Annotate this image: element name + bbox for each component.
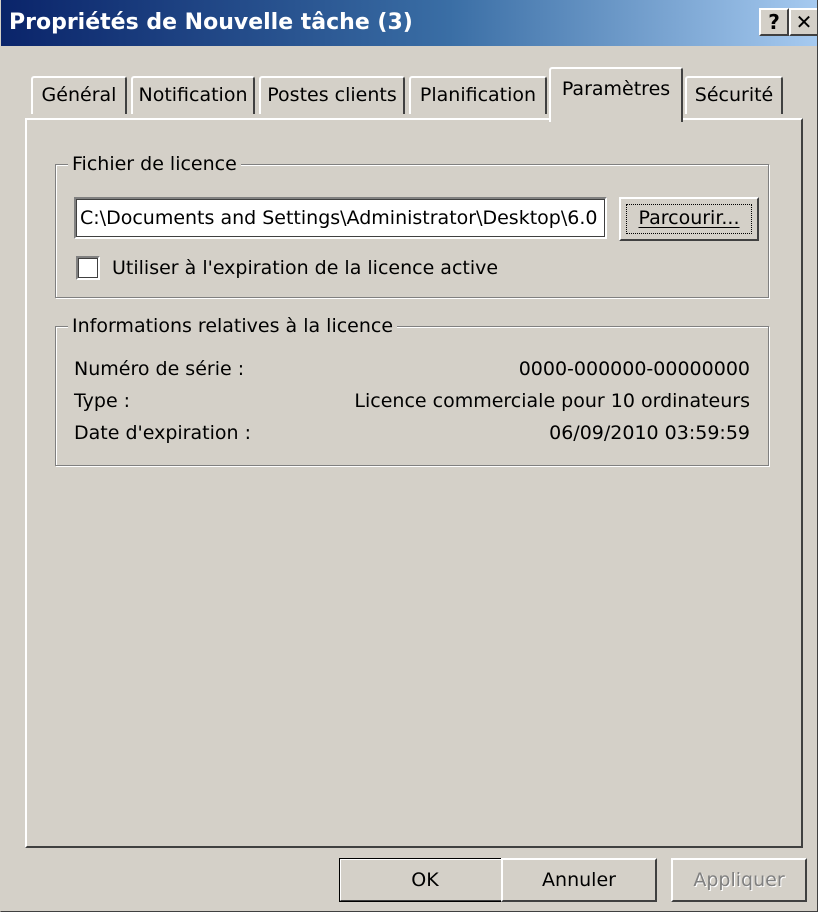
cancel-button[interactable]: Annuler bbox=[501, 858, 657, 902]
tab-parametres-label: Paramètres bbox=[561, 78, 671, 100]
tab-parametres[interactable]: Paramètres bbox=[549, 67, 683, 122]
license-type-row: Type : Licence commerciale pour 10 ordin… bbox=[74, 385, 750, 417]
tab-postes-clients[interactable]: Postes clients bbox=[259, 76, 405, 114]
tab-securite[interactable]: Sécurité bbox=[685, 76, 783, 114]
tab-general-label: Général bbox=[41, 84, 117, 106]
browse-button[interactable]: Parcourir... bbox=[619, 197, 759, 241]
license-file-group-title: Fichier de licence bbox=[68, 152, 241, 176]
apply-button-label: Appliquer bbox=[693, 869, 785, 891]
help-button[interactable]: ? bbox=[759, 8, 789, 36]
help-icon: ? bbox=[768, 10, 780, 34]
tab-notification-label: Notification bbox=[138, 84, 248, 106]
title-bar[interactable]: Propriétés de Nouvelle tâche (3) ? ✕ bbox=[1, 0, 817, 46]
license-info-group-title: Informations relatives à la licence bbox=[68, 314, 398, 338]
apply-button[interactable]: Appliquer bbox=[671, 858, 807, 902]
close-icon: ✕ bbox=[795, 10, 813, 34]
license-info-group: Informations relatives à la licence Numé… bbox=[55, 314, 769, 466]
license-type-label: Type : bbox=[74, 390, 131, 412]
tab-notification[interactable]: Notification bbox=[131, 76, 255, 114]
cancel-button-label: Annuler bbox=[542, 869, 616, 891]
close-button[interactable]: ✕ bbox=[789, 8, 817, 36]
tab-postes-clients-label: Postes clients bbox=[267, 84, 397, 106]
license-file-group: Fichier de licence C:\Documents and Sett… bbox=[55, 152, 769, 298]
serial-number-value: 0000-000000-00000000 bbox=[518, 358, 750, 380]
expiration-date-row: Date d'expiration : 06/09/2010 03:59:59 bbox=[74, 417, 750, 449]
window-title: Propriétés de Nouvelle tâche (3) bbox=[9, 10, 413, 35]
use-on-expiration-checkbox[interactable] bbox=[76, 256, 100, 280]
tab-securite-label: Sécurité bbox=[694, 84, 774, 106]
ok-button[interactable]: OK bbox=[339, 858, 511, 902]
license-type-value: Licence commerciale pour 10 ordinateurs bbox=[354, 390, 750, 412]
tab-panel-parametres: Fichier de licence C:\Documents and Sett… bbox=[25, 118, 803, 848]
tab-planification[interactable]: Planification bbox=[409, 76, 547, 114]
browse-button-label: Parcourir... bbox=[638, 207, 740, 229]
use-on-expiration-label[interactable]: Utiliser à l'expiration de la licence ac… bbox=[112, 255, 498, 281]
properties-dialog: Propriétés de Nouvelle tâche (3) ? ✕ Gén… bbox=[0, 0, 818, 912]
expiration-date-label: Date d'expiration : bbox=[74, 422, 251, 444]
tab-planification-label: Planification bbox=[419, 84, 537, 106]
serial-number-label: Numéro de série : bbox=[74, 358, 245, 380]
license-path-input[interactable]: C:\Documents and Settings\Administrator\… bbox=[74, 197, 607, 239]
ok-button-label: OK bbox=[411, 869, 439, 891]
expiration-date-value: 06/09/2010 03:59:59 bbox=[549, 422, 750, 444]
tab-general[interactable]: Général bbox=[31, 76, 127, 114]
serial-number-row: Numéro de série : 0000-000000-00000000 bbox=[74, 353, 750, 385]
